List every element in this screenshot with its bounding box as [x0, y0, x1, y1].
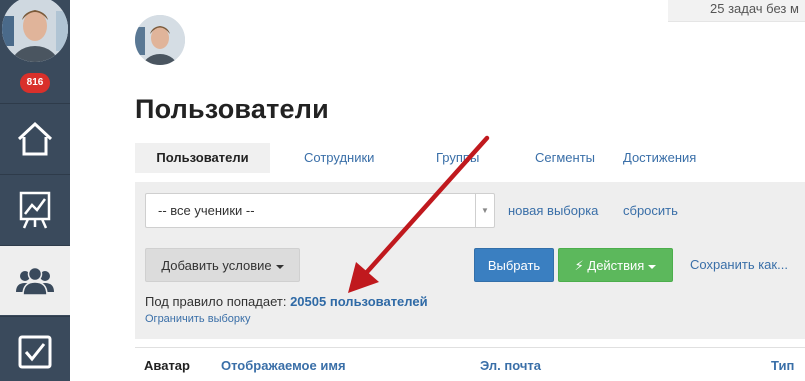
reset-link[interactable]: сбросить [623, 203, 678, 218]
tab-achievements[interactable]: Достижения [623, 143, 733, 173]
actions-button-label: Действия [587, 258, 645, 273]
tab-users[interactable]: Пользователи [135, 143, 270, 173]
add-condition-label: Добавить условие [161, 258, 272, 273]
checkbox-icon [17, 334, 53, 370]
sidebar-item-home[interactable] [0, 103, 70, 173]
sidebar-item-users[interactable] [0, 245, 70, 315]
column-type[interactable]: Тип [771, 358, 794, 373]
notifications-badge[interactable]: 816 [20, 73, 50, 93]
sidebar-item-reports[interactable] [0, 174, 70, 244]
table-header: Аватар Отображаемое имя Эл. почта Тип [135, 347, 805, 381]
users-icon [15, 265, 55, 297]
sidebar: 816 [0, 0, 70, 381]
chevron-down-icon[interactable]: ▼ [475, 194, 494, 227]
caret-down-icon [275, 264, 284, 269]
sidebar-profile-avatar[interactable] [0, 0, 70, 66]
tasks-counter[interactable]: 25 задач без м [668, 0, 805, 22]
lightning-icon: ⚡︎ [574, 258, 584, 273]
actions-button[interactable]: ⚡︎ Действия [558, 248, 673, 282]
select-button[interactable]: Выбрать [474, 248, 554, 282]
column-email[interactable]: Эл. почта [480, 358, 541, 373]
column-display-name[interactable]: Отображаемое имя [221, 358, 346, 373]
segment-select-value: -- все ученики -- [158, 203, 255, 218]
home-icon [16, 121, 54, 157]
add-condition-button[interactable]: Добавить условие [145, 248, 300, 282]
rule-summary: Под правило попадает: 20505 пользователе… [145, 294, 428, 309]
tab-groups[interactable]: Группы [405, 143, 505, 173]
new-selection-link[interactable]: новая выборка [508, 203, 598, 218]
limit-selection-link[interactable]: Ограничить выборку [145, 313, 250, 325]
tab-employees[interactable]: Сотрудники [270, 143, 405, 173]
column-avatar: Аватар [144, 358, 190, 373]
page-title: Пользователи [135, 94, 329, 124]
segment-select[interactable]: -- все ученики -- ▼ [145, 193, 495, 228]
tabs: Пользователи Сотрудники Группы Сегменты … [135, 143, 733, 173]
avatar [135, 15, 185, 65]
chart-board-icon [18, 190, 52, 230]
sidebar-item-tasks[interactable] [0, 316, 70, 381]
tab-segments[interactable]: Сегменты [505, 143, 623, 173]
caret-down-icon [648, 264, 657, 269]
rule-prefix: Под правило попадает: [145, 294, 287, 309]
rule-count-link[interactable]: 20505 пользователей [290, 294, 428, 309]
save-as-link[interactable]: Сохранить как... [690, 257, 788, 272]
avatar-photo [2, 0, 68, 62]
filter-panel: -- все ученики -- ▼ новая выборка сброси… [135, 182, 805, 339]
